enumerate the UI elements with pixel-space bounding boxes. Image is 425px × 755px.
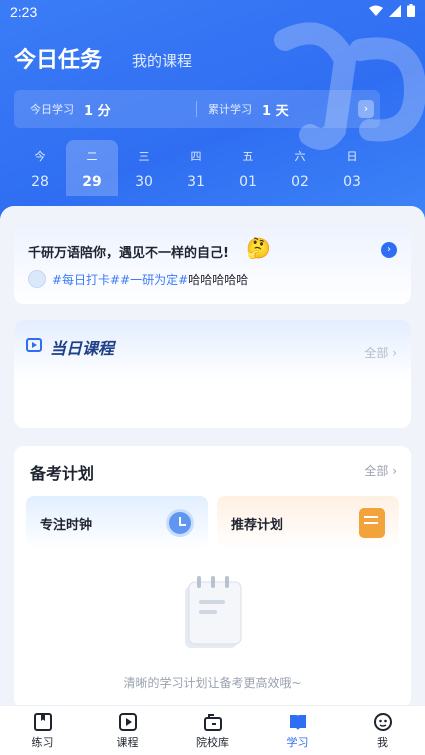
profile-icon <box>373 713 392 731</box>
exam-plan-title: 备考计划 <box>30 464 95 483</box>
today-study-value: 1 分 <box>84 103 111 119</box>
total-study-label: 累计学习 <box>208 103 252 116</box>
calendar-day-selected[interactable]: 二 29 <box>66 140 118 196</box>
calendar-day[interactable]: 五 01 <box>222 140 274 196</box>
today-course-title: 当日课程 <box>50 339 115 358</box>
calendar-weekday: 二 <box>86 150 98 163</box>
calendar-date: 30 <box>135 174 153 190</box>
calendar-date: 31 <box>187 174 205 190</box>
calendar-weekday: 六 <box>294 150 306 163</box>
alarm-clock-icon <box>166 509 194 537</box>
calendar-weekday: 今 <box>34 150 46 163</box>
calendar-date: 01 <box>239 174 257 190</box>
wifi-icon <box>369 5 383 16</box>
signal-icon <box>389 4 401 17</box>
motto-go-button[interactable]: › <box>381 242 397 258</box>
header-tabs: 今日任务 我的课程 <box>14 42 192 74</box>
focus-clock-label: 专注时钟 <box>40 518 93 533</box>
decorative-logo-icon <box>274 22 425 150</box>
calendar-date: 03 <box>343 174 361 190</box>
today-course-all-link[interactable]: 全部 › <box>364 344 397 361</box>
calendar-date: 02 <box>291 174 309 190</box>
week-calendar: 今 28 二 29 三 30 四 31 五 01 六 02 日 03 <box>14 140 411 196</box>
stats-divider <box>196 101 197 117</box>
calendar-day[interactable]: 今 28 <box>14 140 66 196</box>
recommend-plan-button[interactable]: 推荐计划 <box>217 496 399 550</box>
calendar-weekday: 四 <box>190 150 202 163</box>
nav-study[interactable]: 学习 <box>255 706 340 755</box>
motto-title: 千研万语陪你，遇见不一样的自己! <box>28 246 229 261</box>
nav-school-library[interactable]: 院校库 <box>170 706 255 755</box>
today-course-card: 当日课程 全部 › <box>14 320 411 428</box>
avatar <box>28 270 46 288</box>
nav-profile[interactable]: 我 <box>340 706 425 755</box>
stats-arrow-button[interactable]: › <box>358 100 374 118</box>
nav-label: 院校库 <box>196 736 229 749</box>
study-stats-bar[interactable]: 今日学习 1 分 累计学习 1 天 › <box>14 90 380 128</box>
nav-label: 练习 <box>31 736 54 749</box>
today-study-label: 今日学习 <box>30 103 74 116</box>
practice-icon <box>33 713 52 731</box>
exam-plan-all-link[interactable]: 全部 › <box>364 462 397 479</box>
today-study-stat: 今日学习 1 分 <box>30 90 111 128</box>
focus-clock-button[interactable]: 专注时钟 <box>26 496 208 550</box>
calendar-weekday: 日 <box>346 150 358 163</box>
empty-notebook-icon <box>185 576 242 648</box>
total-study-stat: 累计学习 1 天 <box>208 90 289 128</box>
calendar-day[interactable]: 六 02 <box>274 140 326 196</box>
status-icons <box>369 4 415 17</box>
tab-today-tasks[interactable]: 今日任务 <box>14 42 102 74</box>
nav-course[interactable]: 课程 <box>85 706 170 755</box>
exam-plan-card: 备考计划 全部 › 专注时钟 推荐计划 清晰的学习计划让备考更高效哦~ <box>14 446 411 708</box>
tab-my-courses[interactable]: 我的课程 <box>132 50 192 74</box>
thinking-emoji-icon: 🤔 <box>246 236 271 260</box>
status-bar: 2:23 <box>0 0 425 26</box>
calendar-weekday: 三 <box>138 150 150 163</box>
motto-post: #每日打卡##一研为定# 哈哈哈哈哈 <box>28 270 248 288</box>
study-icon <box>289 715 306 730</box>
nav-label: 学习 <box>286 736 309 749</box>
nav-label: 我 <box>377 736 388 749</box>
nav-practice[interactable]: 练习 <box>0 706 85 755</box>
total-study-value: 1 天 <box>262 103 289 119</box>
bottom-navigation: 练习 课程 院校库 学习 我 <box>0 705 425 755</box>
nav-label: 课程 <box>116 736 139 749</box>
recommend-plan-label: 推荐计划 <box>231 518 284 533</box>
calendar-day[interactable]: 三 30 <box>118 140 170 196</box>
status-time: 2:23 <box>10 4 38 20</box>
daily-motto-card[interactable]: 千研万语陪你，遇见不一样的自己! 🤔 › #每日打卡##一研为定# 哈哈哈哈哈 <box>14 226 411 304</box>
calendar-weekday: 五 <box>242 150 254 163</box>
calendar-date: 28 <box>31 174 49 190</box>
motto-hashtags[interactable]: #每日打卡##一研为定# <box>52 271 188 288</box>
motto-text: 哈哈哈哈哈 <box>188 272 249 287</box>
course-icon <box>118 713 137 731</box>
calendar-day[interactable]: 四 31 <box>170 140 222 196</box>
play-video-icon <box>26 338 42 352</box>
notepad-icon <box>359 508 385 538</box>
calendar-day[interactable]: 日 03 <box>326 140 378 196</box>
calendar-date: 29 <box>82 174 102 190</box>
battery-icon <box>407 4 415 17</box>
school-icon <box>203 714 222 731</box>
empty-plan-text: 清晰的学习计划让备考更高效哦~ <box>123 676 302 690</box>
